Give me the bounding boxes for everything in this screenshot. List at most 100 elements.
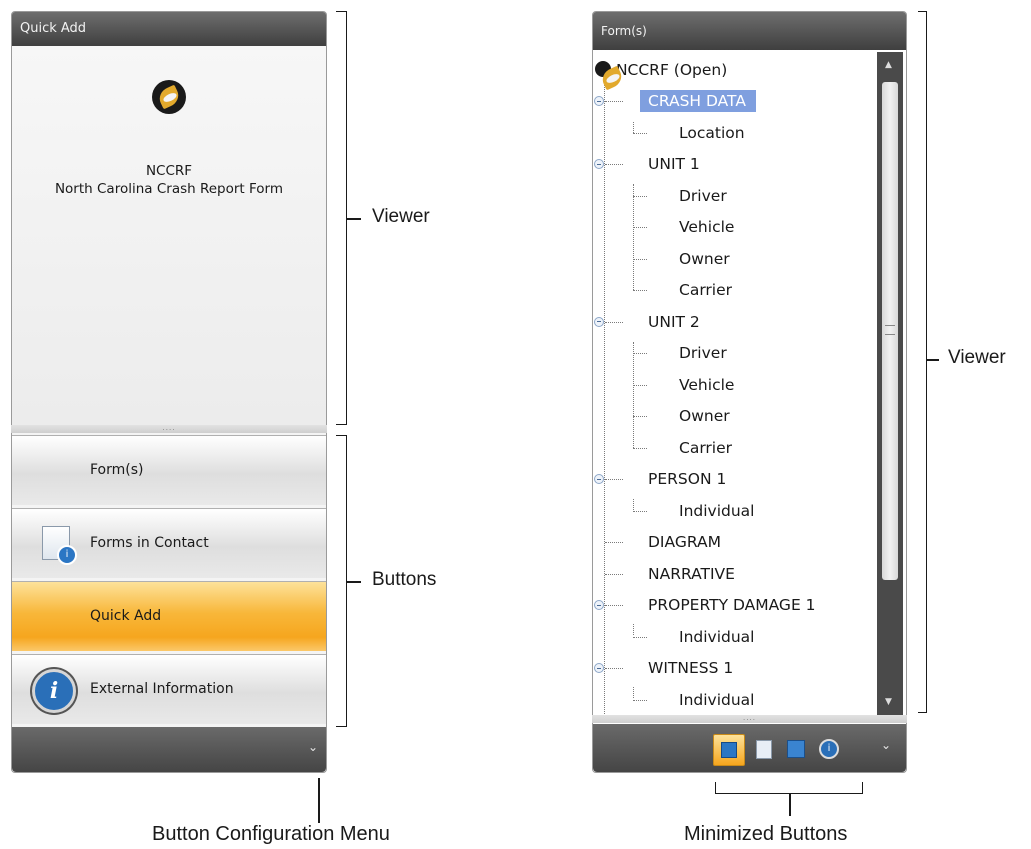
tree-item[interactable]: PERSON 1 bbox=[648, 468, 726, 490]
tree-connector-line bbox=[633, 195, 647, 197]
tree-item[interactable]: DIAGRAM bbox=[648, 531, 721, 553]
collapse-icon[interactable] bbox=[594, 96, 604, 106]
tree-item[interactable]: CRASH DATA bbox=[640, 90, 756, 112]
tree-connector-line bbox=[633, 636, 647, 638]
config-menu-annotation: Button Configuration Menu bbox=[152, 823, 390, 845]
thumb-grip-icon bbox=[885, 325, 895, 335]
minimized-buttons-annotation: Minimized Buttons bbox=[684, 823, 848, 845]
tree-item[interactable]: Individual bbox=[679, 500, 755, 522]
tree-item[interactable]: Owner bbox=[679, 248, 730, 270]
forms-in-contact-label: Forms in Contact bbox=[90, 535, 209, 551]
tree-branch-line bbox=[633, 499, 634, 510]
chevron-down-icon[interactable]: ⌄ bbox=[881, 738, 891, 752]
external-information-label: External Information bbox=[90, 681, 234, 697]
quick-add-icon[interactable] bbox=[787, 740, 805, 758]
tree-connector-line bbox=[633, 132, 647, 134]
form-full-name: North Carolina Crash Report Form bbox=[54, 181, 284, 197]
quick-add-label: Quick Add bbox=[90, 608, 162, 624]
tree-item[interactable]: UNIT 2 bbox=[648, 311, 700, 333]
tree-item[interactable]: UNIT 1 bbox=[648, 153, 700, 175]
tree-connector-line bbox=[605, 605, 623, 606]
buttons-annotation: Buttons bbox=[372, 569, 437, 590]
form-title[interactable]: NCCRF North Carolina Crash Report Form bbox=[12, 162, 326, 198]
tree-branch-line bbox=[633, 122, 634, 133]
tree-item[interactable]: Vehicle bbox=[679, 216, 734, 238]
tree-root-label: NCCRF (Open) bbox=[615, 61, 728, 79]
tree-branch-line bbox=[633, 184, 634, 290]
tree-connector-line bbox=[605, 164, 623, 165]
document-info-icon[interactable] bbox=[756, 740, 772, 759]
viewer-pane: NCCRF North Carolina Crash Report Form bbox=[12, 46, 326, 425]
tree-connector-line bbox=[633, 258, 647, 260]
tree-item[interactable]: Carrier bbox=[679, 437, 732, 459]
tree-item[interactable]: Vehicle bbox=[679, 374, 734, 396]
collapse-icon[interactable] bbox=[594, 159, 604, 169]
minimized-buttons-bar: i ⌄ bbox=[593, 724, 906, 772]
tree-branch-line bbox=[633, 687, 634, 698]
minimized-buttons-bracket bbox=[715, 782, 863, 794]
tree-connector-line bbox=[633, 384, 647, 386]
forms-button[interactable]: Form(s) bbox=[12, 435, 326, 505]
config-menu-pointer bbox=[318, 778, 320, 823]
tree-item[interactable]: Driver bbox=[679, 185, 727, 207]
panel-header-title: Quick Add bbox=[20, 21, 87, 36]
tree-connector-line bbox=[605, 542, 623, 543]
document-info-icon: i bbox=[42, 526, 77, 565]
tree-connector-line bbox=[605, 479, 623, 480]
minimized-buttons-pointer bbox=[789, 794, 791, 816]
splitter-handle[interactable]: .... bbox=[592, 715, 907, 723]
viewer-bracket-tick bbox=[347, 218, 361, 220]
forms-in-contact-button[interactable]: i Forms in Contact bbox=[12, 508, 326, 578]
forms-minimized-button[interactable] bbox=[713, 734, 745, 766]
tree-item[interactable]: NARRATIVE bbox=[648, 563, 735, 585]
info-icon: i bbox=[32, 669, 76, 713]
tree-item[interactable]: Location bbox=[679, 122, 745, 144]
quick-add-button[interactable]: Quick Add bbox=[12, 581, 326, 651]
left-navigation-panel: Quick Add NCCRF North Carolina Crash Rep… bbox=[11, 11, 327, 773]
scroll-down-arrow-icon[interactable]: ▼ bbox=[885, 697, 892, 707]
collapse-icon[interactable] bbox=[594, 474, 604, 484]
tree-item[interactable]: WITNESS 1 bbox=[648, 657, 733, 679]
info-icon[interactable]: i bbox=[819, 739, 839, 759]
viewer-bracket-tick bbox=[927, 359, 939, 361]
panel-header: Form(s) bbox=[593, 12, 906, 50]
panel-header-title: Form(s) bbox=[601, 24, 647, 38]
nccrf-logo-icon bbox=[595, 61, 611, 77]
form-short-name: NCCRF bbox=[145, 163, 193, 179]
vertical-scrollbar[interactable]: ▲ ▼ bbox=[877, 52, 903, 715]
tree-connector-line bbox=[633, 227, 647, 228]
tree-item[interactable]: Carrier bbox=[679, 279, 732, 301]
tree-connector-line bbox=[633, 447, 647, 449]
collapse-icon[interactable] bbox=[594, 600, 604, 610]
tree-connector-line bbox=[633, 416, 647, 417]
tree-connector-line bbox=[605, 101, 623, 102]
tree-item[interactable]: PROPERTY DAMAGE 1 bbox=[648, 594, 816, 616]
scrollbar-thumb[interactable] bbox=[882, 82, 898, 580]
nccrf-logo-icon bbox=[152, 80, 186, 114]
collapse-icon[interactable] bbox=[594, 316, 604, 327]
tree-item[interactable]: Individual bbox=[679, 689, 755, 711]
tree-item[interactable]: Owner bbox=[679, 405, 730, 427]
splitter-handle[interactable]: .... bbox=[11, 425, 327, 433]
tree-connector-line bbox=[633, 699, 647, 701]
tree-trunk-line bbox=[604, 76, 605, 716]
tree-connector-line bbox=[605, 668, 623, 669]
collapse-icon[interactable] bbox=[594, 663, 604, 673]
tree-root[interactable]: NCCRF (Open) bbox=[595, 59, 727, 81]
tree-item[interactable]: Driver bbox=[679, 342, 727, 364]
tree-branch-line bbox=[633, 624, 634, 635]
scroll-up-arrow-icon[interactable]: ▲ bbox=[885, 60, 892, 70]
tree-item[interactable]: Individual bbox=[679, 626, 755, 648]
external-information-button[interactable]: i External Information bbox=[12, 654, 326, 724]
viewer-annotation: Viewer bbox=[372, 206, 430, 227]
chevron-down-icon[interactable]: ⌄ bbox=[308, 740, 318, 754]
buttons-bracket bbox=[336, 435, 347, 727]
tree-connector-line bbox=[605, 573, 623, 575]
viewer-bracket bbox=[918, 11, 927, 713]
tree-connector-line bbox=[633, 290, 647, 291]
button-configuration-bar: ⌄ bbox=[12, 727, 326, 772]
tree-connector-line bbox=[605, 321, 623, 323]
buttons-bracket-tick bbox=[347, 581, 361, 583]
viewer-annotation: Viewer bbox=[948, 347, 1006, 368]
viewer-bracket bbox=[336, 11, 347, 425]
